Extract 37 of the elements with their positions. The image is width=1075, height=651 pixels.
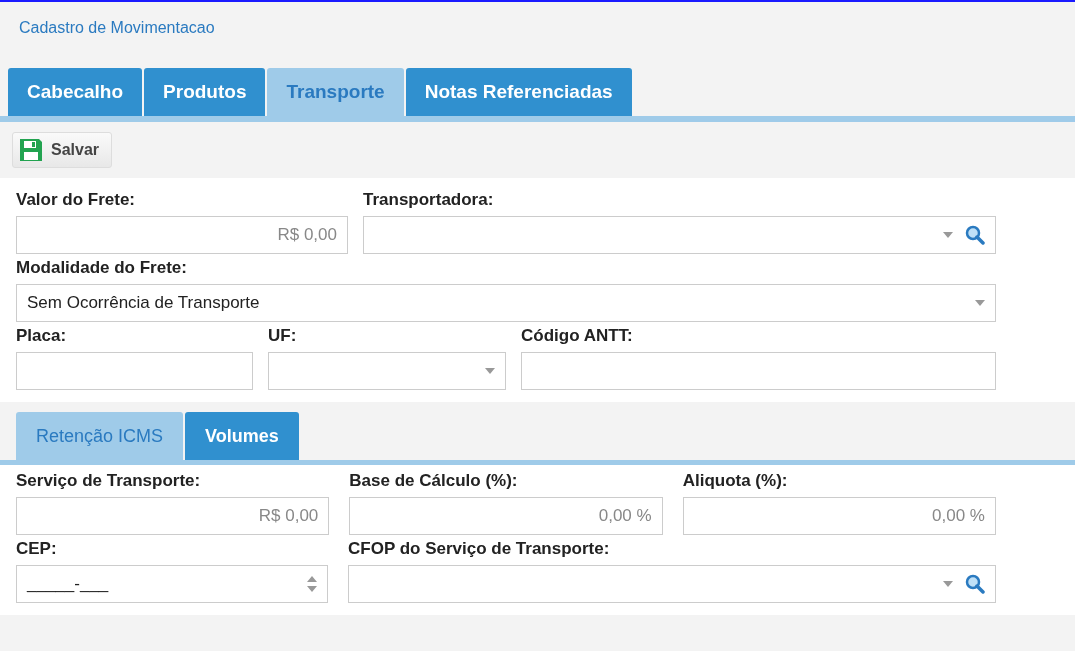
input-field[interactable]: 0,00 % — [682, 497, 996, 535]
tab[interactable]: Retenção ICMS — [16, 412, 184, 460]
lookup-field[interactable] — [363, 216, 996, 254]
field-label: Serviço de Transporte: — [16, 471, 202, 491]
dropdown-caret-icon[interactable] — [485, 368, 495, 374]
lookup-field[interactable] — [348, 565, 996, 603]
input-field[interactable]: 0,00 % — [349, 497, 663, 535]
field-label: Aliquota (%): — [682, 471, 789, 491]
page-title: Cadastro de Movimentacao — [18, 18, 216, 38]
field-label: Placa: — [16, 326, 68, 346]
dropdown-caret-icon[interactable] — [943, 232, 953, 238]
input-field[interactable] — [521, 352, 996, 390]
field-label: Base de Cálculo (%): — [349, 471, 519, 491]
tab[interactable]: Transporte — [267, 68, 404, 116]
field-label: Transportadora: — [363, 190, 495, 210]
field-label: Código ANTT: — [521, 326, 634, 346]
spinner-field[interactable]: _____-___ — [16, 565, 328, 603]
dropdown-field[interactable]: Sem Ocorrência de Transporte — [16, 284, 996, 322]
tab[interactable]: Cabecalho — [8, 68, 143, 116]
dropdown-caret-icon[interactable] — [975, 300, 985, 306]
search-icon[interactable] — [965, 225, 985, 245]
search-icon[interactable] — [965, 574, 985, 594]
field-label: Valor do Frete: — [16, 190, 137, 210]
tab[interactable]: Notas Referenciadas — [405, 68, 632, 116]
spinner-arrows-icon[interactable] — [307, 576, 317, 592]
input-field[interactable]: R$ 0,00 — [16, 497, 330, 535]
field-label: CEP: — [16, 539, 58, 559]
input-field[interactable] — [16, 352, 253, 390]
field-label: CFOP do Serviço de Transporte: — [348, 539, 611, 559]
tab[interactable]: Volumes — [185, 412, 299, 460]
input-field[interactable]: R$ 0,00 — [16, 216, 348, 254]
dropdown-field[interactable] — [268, 352, 506, 390]
tab[interactable]: Produtos — [144, 68, 266, 116]
field-label: UF: — [268, 326, 298, 346]
save-button[interactable]: Salvar — [12, 132, 113, 168]
dropdown-caret-icon[interactable] — [943, 581, 953, 587]
field-label: Modalidade do Frete: — [16, 258, 188, 278]
